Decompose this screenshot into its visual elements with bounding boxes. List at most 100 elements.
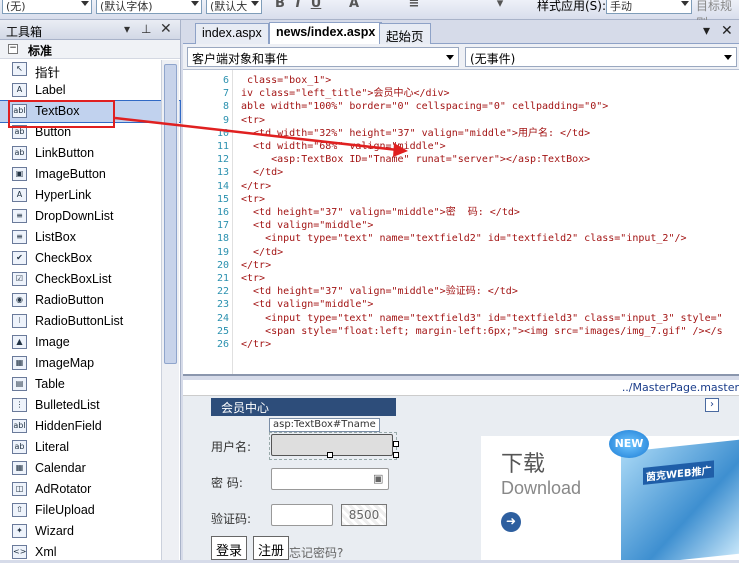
collapse-icon[interactable]: − [8,44,18,54]
code-line[interactable]: 6 class="box_1"> [183,74,739,87]
style-application-label: 样式应用(S): [537,0,607,13]
client-objects-select[interactable]: 客户端对象和事件 [187,47,459,67]
design-view[interactable]: 会员中心 › asp:TextBox#Tname 用户名: 密 码: ▣ 验证码… [183,396,739,560]
code-text: </td> [241,167,284,179]
toolbox-item[interactable]: ◫ AdRotator [0,479,180,500]
register-button[interactable]: 注册 [253,536,290,560]
italic-button[interactable]: I [290,0,306,12]
code-line[interactable]: 18 <input type="text" name="textfield2" … [183,232,739,245]
code-line[interactable]: 14 </tr> [183,180,739,193]
download-banner[interactable]: 下载 Download ➜ 茵克WEB推广 NEW [481,430,739,560]
toolbox-header: 工具箱 ▾ ⊥ ✕ [0,20,180,40]
code-line[interactable]: 22 <td height="37" valign="middle">验证码: … [183,285,739,298]
chevron-down-icon [724,55,732,60]
code-line[interactable]: 11 <td width="68%" valign="middle"> [183,140,739,153]
toolbox-item-label: RadioButtonList [35,314,124,328]
password-field[interactable] [271,468,389,490]
events-select[interactable]: (无事件) [465,47,737,67]
toolbox-item[interactable]: ◉ RadioButton [0,290,180,311]
captcha-image[interactable]: 8500 [341,504,387,526]
code-line[interactable]: 20 </tr> [183,259,739,272]
toolbox-item[interactable]: ⁝ RadioButtonList [0,311,180,332]
toolbox-item[interactable]: ↖ 指针 [0,59,180,80]
toolbox-item[interactable]: ☑ CheckBoxList [0,269,180,290]
code-line[interactable]: 21 <tr> [183,272,739,285]
code-line[interactable]: 8 able width="100%" border="0" cellspacin… [183,100,739,113]
chevron-down-icon [251,1,259,6]
dropdown-icon[interactable]: ▾ [124,22,130,36]
close-tab-icon[interactable]: ✕ [721,23,733,39]
underline-button[interactable]: U [308,0,324,12]
chevron-down-icon [446,55,454,60]
bold-button[interactable]: B [272,0,288,12]
toolbox-item[interactable]: ▦ ImageMap [0,353,180,374]
toolbox-item[interactable]: ab LinkButton [0,143,180,164]
code-line[interactable]: 15 <tr> [183,193,739,206]
expand-icon[interactable]: › [705,398,719,412]
scrollbar-thumb[interactable] [164,64,177,364]
toolbox-item[interactable]: ▣ ImageButton [0,164,180,185]
source-code-view[interactable]: 6 class="box_1"> 7 iv class="left_title">会… [183,70,739,376]
login-button[interactable]: 登录 [211,536,248,560]
toolbox-item[interactable]: ▤ Table [0,374,180,395]
paint-icon[interactable]: ▾ [492,0,508,12]
toolbox-item[interactable]: ✔ CheckBox [0,248,180,269]
toolbox-item[interactable]: A HyperLink [0,185,180,206]
toolbox-item[interactable]: A Label [0,80,180,101]
toolbox-item-label: Table [35,377,65,391]
resize-handle[interactable] [327,452,333,458]
toolbox-item-label: FileUpload [35,503,95,517]
code-text: <td valign="middle"> [241,220,374,232]
toolbox-item[interactable]: abl HiddenField [0,416,180,437]
toolbox-item[interactable]: ⋮ BulletedList [0,395,180,416]
code-line[interactable]: 13 </td> [183,166,739,179]
tab-list-icon[interactable]: ▾ [703,23,710,39]
toolbox-item[interactable]: ▦ Calendar [0,458,180,479]
toolbox-item[interactable]: ⇧ FileUpload [0,500,180,521]
block-format-select[interactable]: (无) [2,0,92,14]
code-line[interactable]: 24 <input type="text" name="textfield3" … [183,312,739,325]
tab-news-index-aspx[interactable]: news/index.aspx [269,22,383,45]
pin-icon[interactable]: ⊥ [141,22,151,36]
resize-handle[interactable] [393,452,399,458]
code-line[interactable]: 25 <span style="float:left; margin-left:… [183,325,739,338]
toolbox-item[interactable]: ≡ ListBox [0,227,180,248]
toolbox-section-standard[interactable]: − 标准 [0,40,180,59]
editor-area: index.aspx news/index.aspx 起始页 ▾ ✕ 客户端对象… [183,20,739,560]
resize-handle[interactable] [393,441,399,447]
code-line[interactable]: 12 <asp:TextBox ID="Tname" runat="server… [183,153,739,166]
code-line[interactable]: 17 <td valign="middle"> [183,219,739,232]
line-number: 23 [216,299,229,311]
font-color-button[interactable]: A [346,0,362,12]
arrow-right-icon[interactable]: ➜ [501,512,521,532]
code-line[interactable]: 23 <td valign="middle"> [183,298,739,311]
style-application-select[interactable]: 手动 [606,0,692,14]
toolbox-item[interactable]: ≡ DropDownList [0,206,180,227]
code-line[interactable]: 26 </tr> [183,338,739,351]
toolbox-item[interactable]: ✦ Wizard [0,521,180,542]
toolbox-item[interactable]: ab Literal [0,437,180,458]
code-line[interactable]: 10 <td width="32%" height="37" valign="m… [183,127,739,140]
toolbox-scrollbar[interactable] [161,60,179,560]
tab-start-page[interactable]: 起始页 [379,23,431,44]
code-line[interactable]: 9 <tr> [183,114,739,127]
align-button[interactable]: ≡ [406,0,422,12]
close-icon[interactable]: ✕ [160,21,172,37]
line-number: 7 [222,88,229,100]
code-text: <asp:TextBox ID="Tname" runat="server"><… [241,154,591,166]
code-text: </tr> [241,259,272,271]
master-page-link[interactable]: ../MasterPage.master [622,381,739,394]
font-family-select[interactable]: (默认字体) [96,0,202,14]
code-line[interactable]: 7 iv class="left_title">会员中心</div> [183,87,739,100]
code-line[interactable]: 19 </td> [183,246,739,259]
toolbox-item[interactable]: ▲ Image [0,332,180,353]
radiobutton-icon: ◉ [12,293,27,307]
line-number: 8 [222,101,229,113]
tab-index-aspx[interactable]: index.aspx [195,23,269,44]
line-number: 26 [216,339,229,350]
captcha-field[interactable] [271,504,333,526]
font-size-select[interactable]: (默认大 [206,0,262,14]
toolbox-list: ↖ 指针 A Label abl TextBox ab Button ab LinkButton ▣… [0,59,181,563]
code-line[interactable]: 16 <td height="37" valign="middle">密 码: … [183,206,739,219]
forgot-password-link[interactable]: 忘记密码? [289,544,343,560]
